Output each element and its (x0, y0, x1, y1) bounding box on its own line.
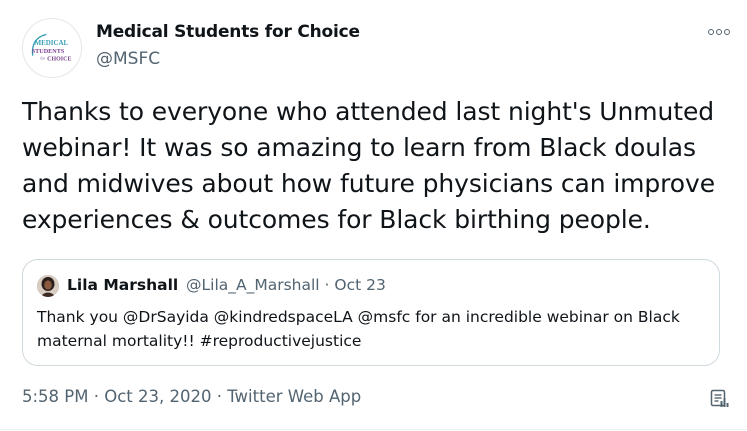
svg-text:MEDICAL: MEDICAL (35, 39, 69, 47)
author-name[interactable]: Medical Students for Choice (96, 22, 360, 42)
divider (0, 429, 747, 430)
tweet-card: MEDICAL STUDENTS for CHOICE Medical Stud… (0, 0, 747, 431)
quoted-author-avatar[interactable] (37, 275, 59, 297)
quoted-tweet[interactable]: Lila Marshall @Lila_A_Marshall · Oct 23 … (22, 259, 720, 366)
svg-text:for: for (40, 57, 45, 61)
quoted-tweet-text: Thank you @DrSayida @kindredspaceLA @msf… (37, 308, 680, 350)
quoted-handle-date: @Lila_A_Marshall · Oct 23 (186, 276, 386, 294)
more-icon (708, 29, 714, 35)
svg-text:CHOICE: CHOICE (47, 57, 71, 63)
author-avatar[interactable]: MEDICAL STUDENTS for CHOICE (22, 18, 82, 78)
tweet-text: Thanks to everyone who attended last nig… (22, 97, 715, 234)
author-handle[interactable]: @MSFC (96, 49, 160, 69)
svg-text:STUDENTS: STUDENTS (32, 48, 65, 55)
more-options-button[interactable] (704, 22, 734, 42)
person-avatar-icon (37, 275, 59, 297)
quoted-author-name[interactable]: Lila Marshall (67, 276, 178, 294)
analytics-icon[interactable] (708, 387, 730, 409)
msfc-logo-icon: MEDICAL STUDENTS for CHOICE (32, 33, 71, 63)
tweet-timestamp[interactable]: 5:58 PM · Oct 23, 2020 · Twitter Web App (22, 387, 361, 406)
